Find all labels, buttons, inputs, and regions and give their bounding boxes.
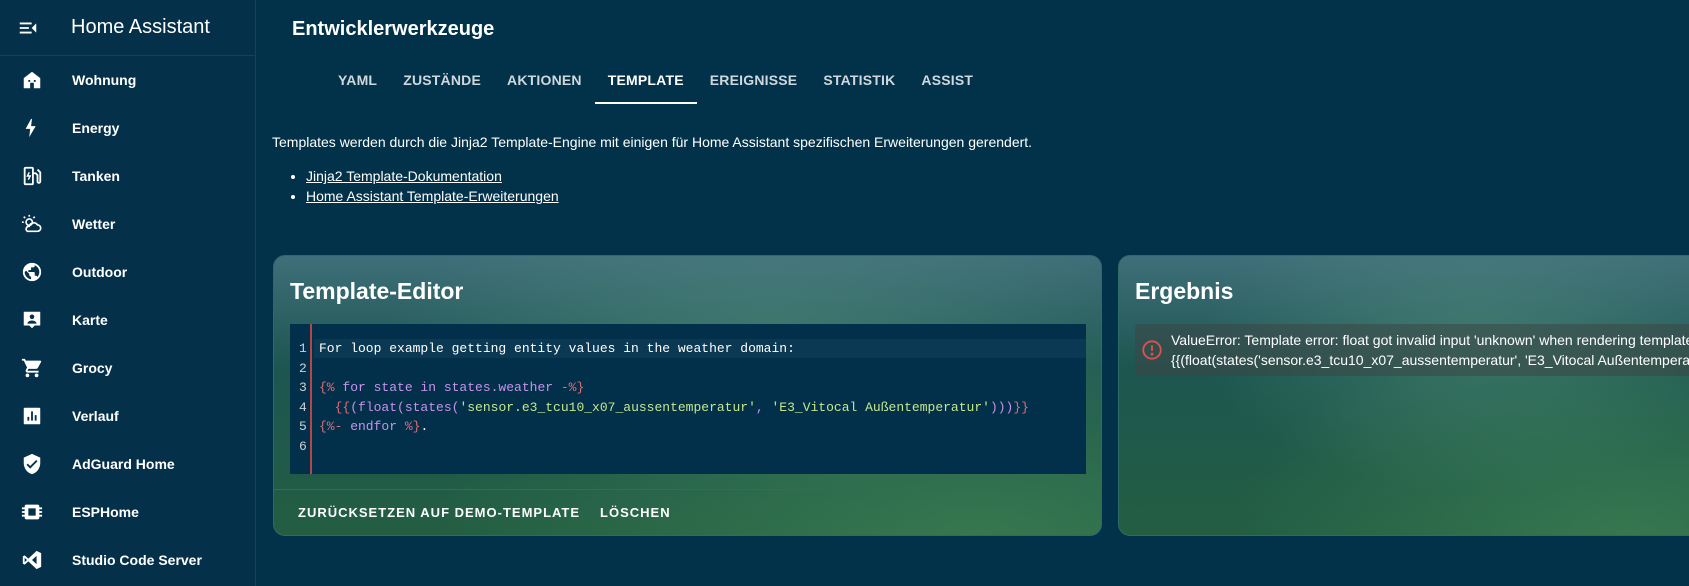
sidebar-item-label: Wohnung (72, 72, 137, 88)
cart-icon (8, 344, 56, 392)
chip-icon (8, 488, 56, 536)
code-line-3: {% for state in states.weather -%} (319, 380, 584, 395)
code-delimiter: -%} (560, 380, 585, 395)
sidebar-item-label: ESPHome (72, 504, 139, 520)
globe-icon (8, 248, 56, 296)
code-line-5: {%- endfor %}. (319, 419, 428, 434)
gas-station-icon (8, 152, 56, 200)
sidebar-item-grocy[interactable]: Grocy (4, 344, 251, 392)
tab-statistik[interactable]: STATISTIK (810, 56, 908, 104)
jinja2-docs-link[interactable]: Jinja2 Template-Dokumentation (306, 168, 502, 184)
chart-box-icon (8, 392, 56, 440)
line-number: 3 (299, 380, 307, 395)
menu-toggle-button[interactable] (0, 0, 56, 56)
code-delimiter: {{ (319, 400, 351, 415)
menu-open-icon (19, 22, 37, 33)
app-title: Home Assistant (71, 16, 210, 38)
code-function: (float(states( (350, 400, 460, 415)
sidebar-item-label: Studio Code Server (72, 552, 202, 568)
intro-text: Templates werden durch die Jinja2 Templa… (272, 134, 1033, 150)
code-punct: , (755, 400, 772, 415)
code-text: . (420, 419, 429, 434)
code-string: 'E3_Vitocal Außentemperatur' (771, 400, 990, 415)
sidebar-item-label: Verlauf (72, 408, 119, 424)
code-delimiter: {% (319, 380, 335, 395)
sidebar-item-outdoor[interactable]: Outdoor (4, 248, 251, 296)
code-string: 'sensor.e3_tcu10_x07_aussentemperatur' (459, 400, 756, 415)
line-number: 6 (299, 439, 307, 454)
line-number: 4 (299, 400, 307, 415)
line-number: 2 (299, 361, 307, 376)
sidebar-item-wohnung[interactable]: Wohnung (4, 56, 251, 104)
sidebar-item-tanken[interactable]: Tanken (4, 152, 251, 200)
reset-to-demo-button[interactable]: ZURÜCKSETZEN AUF DEMO-TEMPLATE (290, 495, 588, 531)
tab-ereignisse[interactable]: EREIGNISSE (697, 56, 811, 104)
main-content: Entwicklerwerkzeuge YAML ZUSTÄNDE AKTION… (257, 0, 1689, 586)
code-delimiter: {%- (319, 419, 343, 434)
result-card-title: Ergebnis (1135, 278, 1234, 304)
lightning-bolt-icon (8, 104, 56, 152)
tab-yaml[interactable]: YAML (325, 56, 390, 104)
error-line: ValueError: Template error: float got in… (1171, 332, 1689, 348)
doc-links: Jinja2 Template-Dokumentation Home Assis… (290, 168, 559, 208)
tab-aktionen[interactable]: AKTIONEN (494, 56, 595, 104)
error-message: ValueError: Template error: float got in… (1171, 330, 1689, 370)
tab-bar: YAML ZUSTÄNDE AKTIONEN TEMPLATE EREIGNIS… (325, 56, 986, 104)
sidebar-item-label: Grocy (72, 360, 113, 376)
sidebar-item-adguard[interactable]: AdGuard Home (4, 440, 251, 488)
code-keyword: for state in states.weather (334, 380, 561, 395)
shield-check-icon (8, 440, 56, 488)
sidebar-item-esphome[interactable]: ESPHome (4, 488, 251, 536)
code-line-1: For loop example getting entity values i… (314, 339, 1086, 358)
vscode-icon (8, 536, 56, 584)
code-editor[interactable]: 1 2 3 4 5 6 For loop example getting ent… (290, 324, 1086, 474)
code-delimiter: %} (404, 419, 421, 434)
list-item: Home Assistant Template-Erweiterungen (306, 188, 559, 204)
alert-circle-icon (1141, 339, 1163, 361)
sidebar-item-label: Outdoor (72, 264, 128, 280)
page-title: Entwicklerwerkzeuge (292, 18, 495, 40)
error-line: {{(float(states('sensor.e3_tcu10_x07_aus… (1171, 352, 1689, 368)
home-city-icon (8, 56, 56, 104)
app-root: Home Assistant Wohnung Energy Tanken Wet… (0, 0, 1689, 586)
sidebar-item-wetter[interactable]: Wetter (4, 200, 251, 248)
sidebar-item-label: Karte (72, 312, 108, 328)
error-alert: ValueError: Template error: float got in… (1135, 324, 1689, 376)
list-item: Jinja2 Template-Dokumentation (306, 168, 559, 184)
sidebar: Home Assistant Wohnung Energy Tanken Wet… (0, 0, 256, 586)
sidebar-item-label: Energy (72, 120, 120, 136)
code-keyword: endfor (342, 419, 405, 434)
line-number: 1 (299, 341, 307, 356)
sidebar-item-energy[interactable]: Energy (4, 104, 251, 152)
tab-template[interactable]: TEMPLATE (594, 56, 697, 104)
code-text: For loop example getting entity values i… (319, 341, 795, 356)
sidebar-header: Home Assistant (0, 0, 255, 56)
weather-partly-cloudy-icon (8, 200, 56, 248)
template-editor-card: Template-Editor 1 2 3 4 5 6 For loop exa… (273, 255, 1102, 536)
code-line-4: {{(float(states('sensor.e3_tcu10_x07_aus… (319, 400, 1029, 415)
sidebar-item-label: Wetter (72, 216, 116, 232)
sidebar-item-verlauf[interactable]: Verlauf (4, 392, 251, 440)
sidebar-item-label: AdGuard Home (72, 456, 175, 472)
editor-card-title: Template-Editor (290, 278, 464, 304)
code-punct: ))) (989, 400, 1014, 415)
clear-button[interactable]: LÖSCHEN (592, 495, 679, 531)
result-card: Ergebnis ValueError: Template error: flo… (1118, 255, 1689, 536)
sidebar-item-karte[interactable]: Karte (4, 296, 251, 344)
map-account-icon (8, 296, 56, 344)
sidebar-items: Wohnung Energy Tanken Wetter Outdoor Kar… (0, 56, 255, 584)
editor-card-actions: ZURÜCKSETZEN AUF DEMO-TEMPLATE LÖSCHEN (274, 489, 1101, 535)
code-delimiter: }} (1013, 400, 1029, 415)
tab-assist[interactable]: ASSIST (908, 56, 986, 104)
sidebar-item-studio-code-server[interactable]: Studio Code Server (4, 536, 251, 584)
line-number: 5 (299, 419, 307, 434)
sidebar-item-label: Tanken (72, 168, 120, 184)
tab-zustaende[interactable]: ZUSTÄNDE (390, 56, 494, 104)
ha-template-extensions-link[interactable]: Home Assistant Template-Erweiterungen (306, 188, 559, 204)
